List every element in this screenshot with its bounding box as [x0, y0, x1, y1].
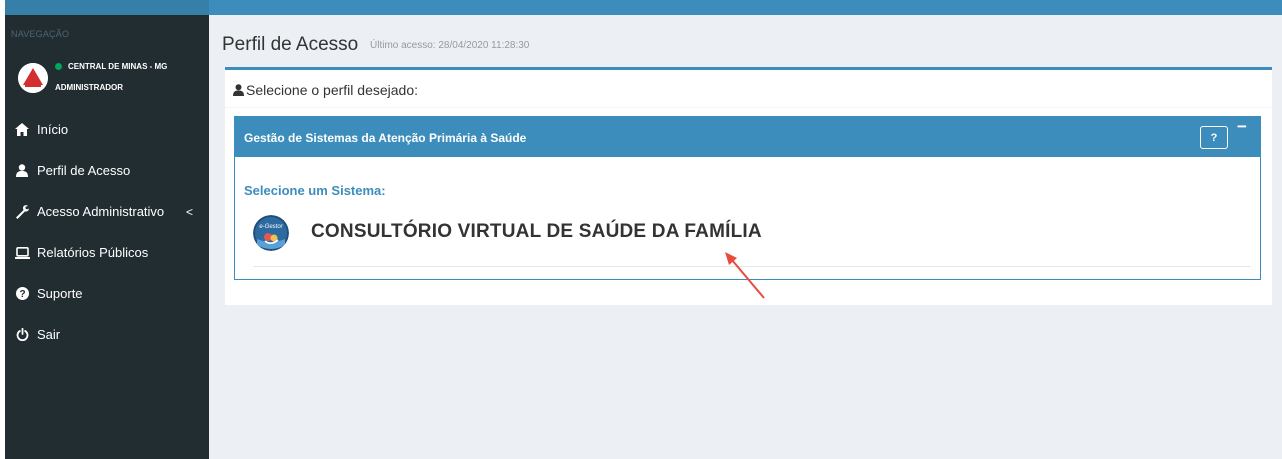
sidebar-menu: Início Perfil de Acesso Acesso Administr… [5, 109, 209, 355]
question-circle-icon: ? [14, 287, 30, 300]
svg-text:e-Gestor: e-Gestor [259, 224, 283, 230]
main-content: Perfil de Acesso Último acesso: 28/04/20… [209, 15, 1282, 459]
sidebar-item-acesso-administrativo[interactable]: Acesso Administrativo < [5, 191, 209, 232]
svg-text:?: ? [19, 289, 25, 300]
sidebar-item-label: Sair [37, 327, 61, 342]
panel-title: Gestão de Sistemas da Atenção Primária à… [244, 131, 527, 145]
panel-header: Gestão de Sistemas da Atenção Primária à… [235, 117, 1260, 157]
user-role: ADMINISTRADOR [55, 83, 123, 92]
power-icon [14, 328, 30, 341]
last-access-text: Último acesso: 28/04/2020 11:28:30 [370, 40, 530, 51]
online-status-icon [55, 63, 62, 70]
sidebar-item-sair[interactable]: Sair [5, 314, 209, 355]
sidebar-item-label: Perfil de Acesso [37, 163, 131, 178]
system-name: CONSULTÓRIO VIRTUAL DE SAÚDE DA FAMÍLIA [311, 221, 762, 242]
sidebar-item-label: Acesso Administrativo [37, 204, 165, 219]
app-frame: NAVEGAÇÃO CENTRAL DE MINAS - MG ADMINIST… [5, 0, 1282, 459]
box-header: Selecione o perfil desejado: [225, 70, 1272, 108]
help-button[interactable]: ? [1200, 126, 1228, 149]
user-icon [233, 83, 244, 101]
avatar [18, 63, 48, 93]
select-system-label: Selecione um Sistema: [244, 183, 386, 198]
laptop-icon [14, 246, 30, 259]
e-gestor-logo-icon: e-Gestor [253, 215, 289, 251]
sidebar-item-label: Relatórios Públicos [37, 245, 149, 260]
sidebar-item-label: Início [37, 122, 69, 137]
user-location: CENTRAL DE MINAS - MG [68, 62, 168, 71]
sidebar-item-suporte[interactable]: ? Suporte [5, 273, 209, 314]
sidebar-item-perfil-de-acesso[interactable]: Perfil de Acesso [5, 150, 209, 191]
sidebar: NAVEGAÇÃO CENTRAL DE MINAS - MG ADMINIST… [5, 15, 209, 459]
box-header-text: Selecione o perfil desejado: [246, 82, 419, 98]
wrench-icon [14, 204, 30, 219]
chevron-left-icon: < [186, 204, 194, 219]
top-navbar [5, 0, 1282, 15]
home-icon [14, 123, 30, 136]
annotation-arrow-icon [725, 252, 765, 299]
sidebar-item-relatorios-publicos[interactable]: Relatórios Públicos [5, 232, 209, 273]
sidebar-item-label: Suporte [37, 286, 83, 301]
sidebar-item-inicio[interactable]: Início [5, 109, 209, 150]
user-icon [14, 164, 30, 177]
page-title: Perfil de Acesso [222, 34, 359, 55]
logo-strip [5, 0, 209, 15]
user-panel: CENTRAL DE MINAS - MG ADMINISTRADOR [5, 55, 209, 95]
nav-header: NAVEGAÇÃO [11, 29, 70, 39]
minimize-button[interactable]: − [1235, 118, 1249, 135]
